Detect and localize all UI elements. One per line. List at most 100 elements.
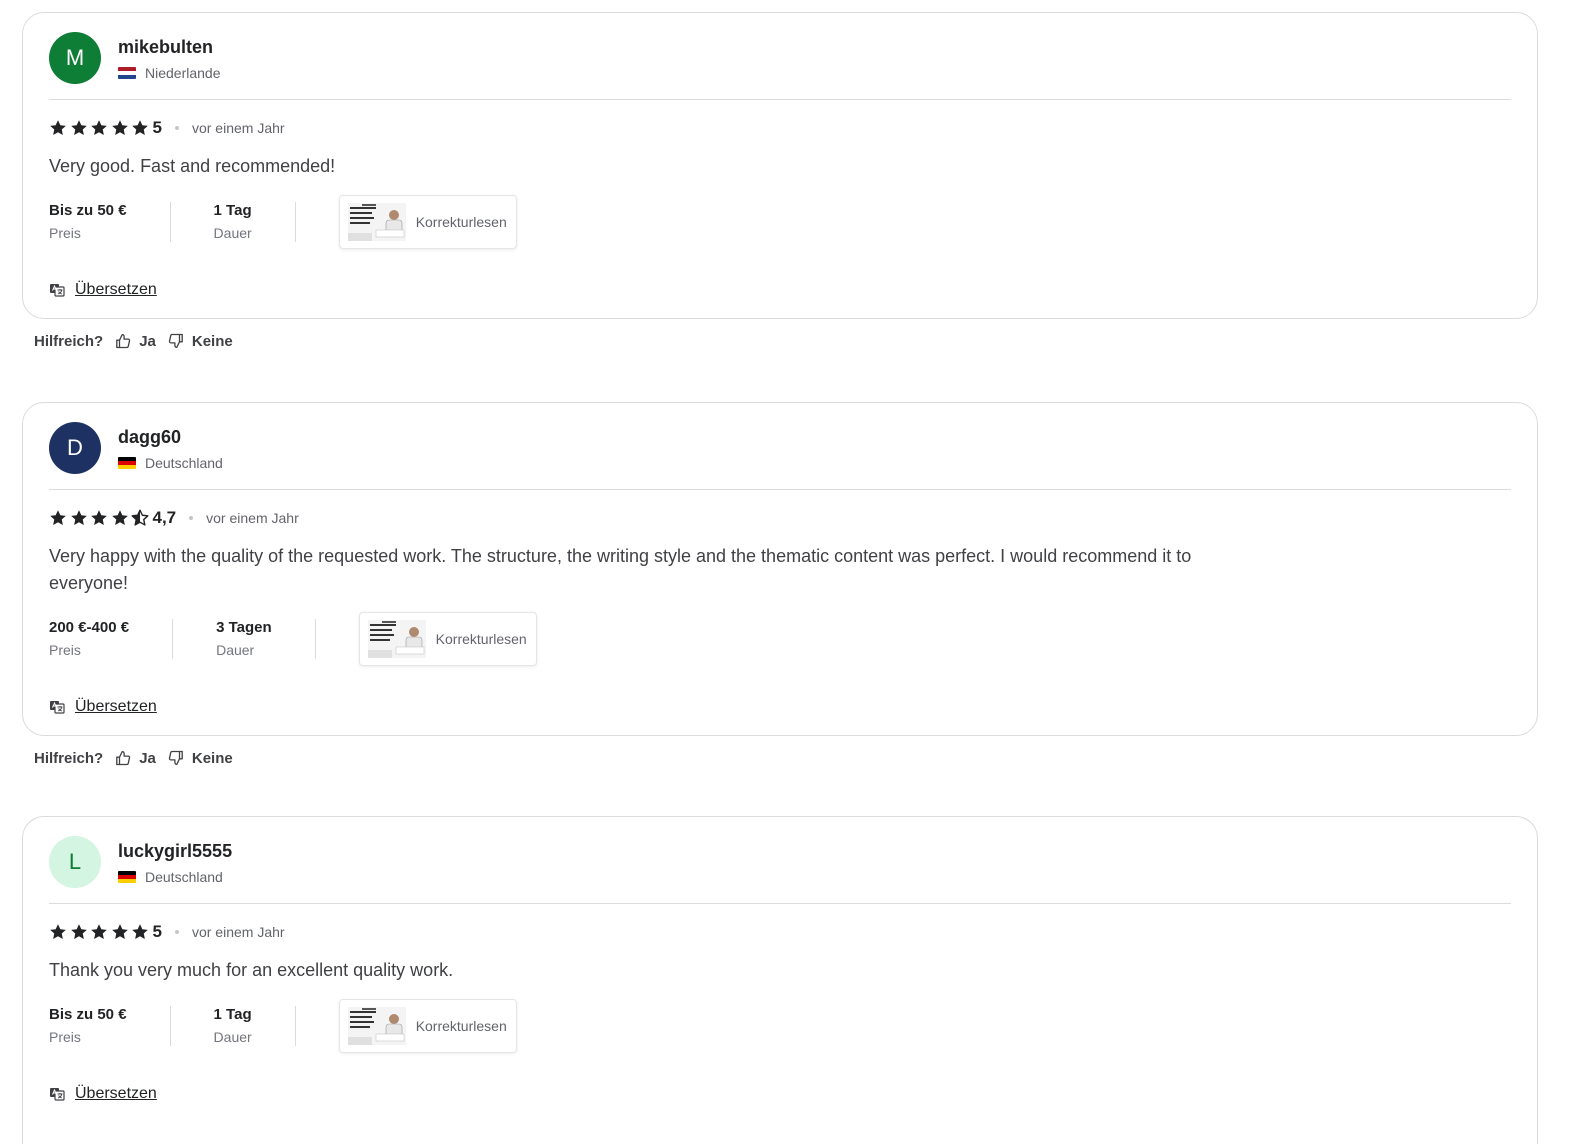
helpful-yes-button[interactable]: Ja <box>115 750 156 767</box>
star-filled-icon <box>91 120 107 135</box>
duration-value: 3 Tagen <box>216 619 272 636</box>
divider <box>172 619 174 659</box>
translate-link[interactable]: Übersetzen <box>75 1085 157 1103</box>
country-row: Deutschland <box>118 869 232 885</box>
service-thumbnail <box>347 1007 406 1045</box>
translate-icon <box>49 1086 65 1102</box>
order-meta: Bis zu 50 € Preis 1 Tag Dauer Korrekturl… <box>49 998 1511 1054</box>
separator-dot <box>189 516 194 520</box>
price-info: Bis zu 50 € Preis <box>49 1005 127 1047</box>
country-name: Deutschland <box>145 868 223 885</box>
star-filled-icon <box>91 510 107 525</box>
germany-flag-icon <box>118 870 136 883</box>
review-card: L luckygirl5555 Deutschland 5 vor einem … <box>22 816 1538 1144</box>
avatar[interactable]: D <box>49 422 101 474</box>
translate-link[interactable]: Übersetzen <box>75 281 157 299</box>
star-filled-icon <box>111 120 128 135</box>
star-filled-icon <box>50 924 66 939</box>
germany-flag-icon <box>118 456 136 469</box>
helpful-row: Hilfreich? Ja Keine <box>34 331 1538 351</box>
service-chip[interactable]: Korrekturlesen <box>338 195 517 249</box>
service-thumbnail <box>367 620 426 658</box>
duration-label: Dauer <box>213 225 252 241</box>
star-rating <box>49 119 152 137</box>
avatar[interactable]: L <box>49 836 101 888</box>
helpful-label: Hilfreich? <box>34 749 104 767</box>
divider <box>169 1006 171 1046</box>
helpful-no-button[interactable]: Keine <box>168 333 233 350</box>
rating-value: 4,7 <box>152 508 177 527</box>
username[interactable]: mikebulten <box>118 36 221 58</box>
divider <box>49 489 1511 490</box>
review-card: M mikebulten Niederlande 5 vor einem Jah… <box>22 12 1538 319</box>
username[interactable]: luckygirl5555 <box>118 840 232 862</box>
divider <box>294 202 296 242</box>
country-name: Niederlande <box>145 64 221 81</box>
review-text: Very happy with the quality of the reque… <box>49 546 1192 593</box>
translate-row: Übersetzen <box>49 697 1511 717</box>
duration-value: 1 Tag <box>213 1006 252 1023</box>
duration-label: Dauer <box>213 1029 252 1045</box>
thumbs-down-icon <box>168 750 188 766</box>
helpful-row: Hilfreich? Ja Keine <box>34 748 1538 768</box>
duration-label: Dauer <box>216 642 255 658</box>
rating-value: 5 <box>152 922 162 941</box>
translate-icon <box>49 282 65 298</box>
translate-row: Übersetzen <box>49 280 1511 300</box>
divider <box>314 619 316 659</box>
review-date: vor einem Jahr <box>191 924 285 940</box>
price-label: Preis <box>49 1029 81 1045</box>
divider <box>294 1006 296 1046</box>
rating-value: 5 <box>152 118 162 137</box>
duration-info: 1 Tag Dauer <box>214 1005 252 1047</box>
review-header: D dagg60 Deutschland <box>49 421 1511 475</box>
thumbs-up-icon <box>115 333 135 349</box>
rating-row: 4,7 vor einem Jahr <box>49 507 1511 529</box>
divider <box>49 903 1511 904</box>
service-chip[interactable]: Korrekturlesen <box>338 999 517 1053</box>
user-info: mikebulten Niederlande <box>118 36 221 81</box>
user-info: dagg60 Deutschland <box>118 426 223 471</box>
price-label: Preis <box>49 642 81 658</box>
star-filled-icon <box>91 924 107 939</box>
star-filled-icon <box>111 924 128 939</box>
country-name: Deutschland <box>145 454 223 471</box>
star-half-icon <box>131 509 149 526</box>
review-date: vor einem Jahr <box>191 120 285 136</box>
price-value: Bis zu 50 € <box>49 202 127 219</box>
service-chip[interactable]: Korrekturlesen <box>358 612 537 666</box>
star-filled-icon <box>111 510 128 525</box>
yes-label: Ja <box>139 749 156 767</box>
order-meta: 200 €-400 € Preis 3 Tagen Dauer Korrektu… <box>49 611 1511 667</box>
star-filled-icon <box>50 120 66 135</box>
star-filled-icon <box>132 924 148 939</box>
review-date: vor einem Jahr <box>206 510 299 526</box>
star-rating <box>49 509 152 527</box>
no-label: Keine <box>191 749 233 767</box>
price-info: Bis zu 50 € Preis <box>49 201 127 243</box>
price-info: 200 €-400 € Preis <box>49 618 129 660</box>
review-item: M mikebulten Niederlande 5 vor einem Jah… <box>22 12 1538 351</box>
country-row: Deutschland <box>118 455 223 471</box>
divider <box>169 202 171 242</box>
divider <box>49 99 1511 100</box>
star-filled-icon <box>50 510 66 525</box>
helpful-no-button[interactable]: Keine <box>168 750 233 767</box>
avatar[interactable]: M <box>49 32 101 84</box>
review-card: D dagg60 Deutschland 4,7 vor einem Jahr … <box>22 402 1538 736</box>
duration-info: 1 Tag Dauer <box>214 201 252 243</box>
review-item: D dagg60 Deutschland 4,7 vor einem Jahr … <box>22 402 1538 768</box>
price-label: Preis <box>49 225 81 241</box>
review-text: Very good. Fast and recommended! <box>49 156 336 176</box>
review-item: L luckygirl5555 Deutschland 5 vor einem … <box>22 816 1538 1144</box>
translate-link[interactable]: Übersetzen <box>75 698 157 716</box>
service-label: Korrekturlesen <box>415 1018 507 1034</box>
yes-label: Ja <box>139 332 156 350</box>
rating-row: 5 vor einem Jahr <box>49 117 1511 139</box>
price-value: 200 €-400 € <box>49 619 130 636</box>
duration-info: 3 Tagen Dauer <box>216 618 272 660</box>
netherlands-flag-icon <box>118 66 136 79</box>
username[interactable]: dagg60 <box>118 426 223 448</box>
review-header: M mikebulten Niederlande <box>49 31 1511 85</box>
helpful-yes-button[interactable]: Ja <box>115 333 156 350</box>
